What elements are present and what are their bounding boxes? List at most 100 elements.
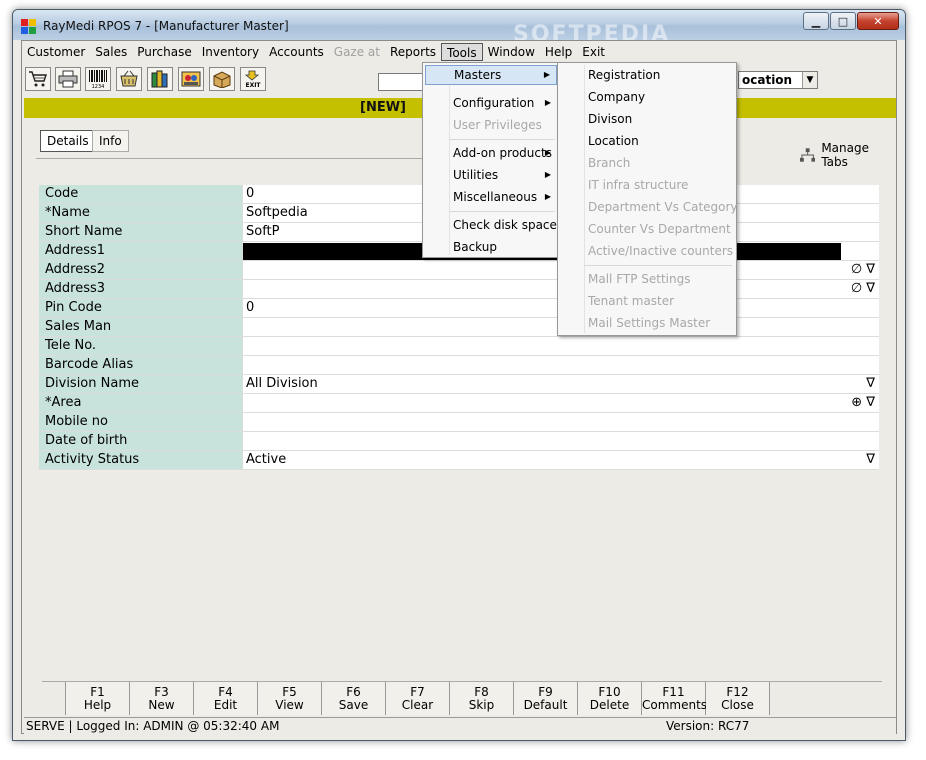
barcode-icon[interactable]: 1234 (85, 67, 111, 91)
exit-icon[interactable]: EXIT (240, 67, 266, 91)
f6-save-button[interactable]: F6 Save (322, 682, 386, 715)
fkey-label: Default (523, 698, 568, 712)
menu-help[interactable]: Help (540, 43, 577, 61)
menu-sales[interactable]: Sales (90, 43, 132, 61)
f7-clear-button[interactable]: F7 Clear (386, 682, 450, 715)
dropdown-icon[interactable]: ∇ (866, 262, 875, 277)
menu-item-miscellaneous[interactable]: Miscellaneous ▶ (425, 187, 557, 207)
books-icon[interactable] (147, 67, 173, 91)
f10-delete-button[interactable]: F10 Delete (578, 682, 642, 715)
tab-details[interactable]: Details (40, 130, 96, 152)
function-key-bar: F1 Help F3 New F4 Edit F5 View F6 Save F7 Clea… (42, 681, 882, 715)
f1-help-button[interactable]: F1 Help (66, 682, 130, 715)
field-label: *Name (39, 204, 242, 222)
fkey-label: Clear (401, 698, 434, 712)
cart-icon[interactable] (25, 67, 51, 91)
menu-item-backup[interactable]: Backup (425, 237, 557, 257)
field-label: Address2 (39, 261, 242, 279)
dropdown-icon[interactable]: ∇ (866, 281, 875, 296)
menu-item-branch: Branch (588, 156, 631, 170)
menu-bar: Customer Sales Purchase Inventory Accoun… (22, 41, 896, 63)
contacts-icon[interactable] (178, 67, 204, 91)
field-label: Activity Status (39, 451, 242, 469)
chevron-down-icon: ▼ (802, 72, 817, 88)
manage-tabs-button[interactable]: Manage Tabs (800, 141, 896, 169)
close-button[interactable]: ✕ (857, 12, 899, 30)
menu-accounts[interactable]: Accounts (264, 43, 329, 61)
title-bar[interactable]: RayMedi RPOS 7 - [Manufacturer Master] S… (13, 10, 905, 47)
field-row-mobile-no: Mobile no (39, 413, 879, 432)
menu-item-configuration[interactable]: Configuration ▶ (425, 93, 557, 113)
f11-comments-button[interactable]: F11 Comments (642, 682, 708, 715)
printer-icon[interactable] (55, 67, 81, 91)
menu-item-mall-ftp-settings: Mall FTP Settings (588, 272, 691, 286)
add-icon[interactable]: ⊕ (851, 395, 862, 410)
f4-edit-button[interactable]: F4 Edit (194, 682, 258, 715)
dropdown-icon[interactable]: ∇ (866, 451, 875, 469)
exit-text: EXIT (245, 82, 261, 89)
menu-item-department-vs-category: Department Vs Category (588, 200, 738, 214)
menu-exit[interactable]: Exit (577, 43, 610, 61)
clear-icon[interactable]: ∅ (851, 281, 862, 296)
field-value-division-name[interactable]: All Division ∇ (242, 375, 879, 393)
menu-reports[interactable]: Reports (385, 43, 441, 61)
menu-item-check-disk-space[interactable]: Check disk space (425, 215, 557, 235)
f9-default-button[interactable]: F9 Default (514, 682, 578, 715)
field-label: Short Name (39, 223, 242, 241)
menu-item-counter-vs-department: Counter Vs Department (588, 222, 731, 236)
tab-info[interactable]: Info (92, 130, 129, 152)
menu-item-add-on-products[interactable]: Add-on products ▶ (425, 143, 557, 163)
fkey-label: Save (338, 698, 369, 712)
location-select[interactable]: ocation ▼ (738, 71, 818, 89)
fkey-label: Delete (589, 698, 630, 712)
menu-item-registration[interactable]: Registration (560, 65, 734, 85)
submenu-arrow-icon: ▶ (543, 70, 550, 79)
field-value-barcode-alias[interactable] (242, 356, 879, 374)
activity-value: Active (246, 452, 287, 467)
field-label: Address1 (39, 242, 242, 260)
basket-icon[interactable] (116, 67, 142, 91)
maximize-button[interactable]: □ (830, 12, 856, 30)
menu-tools[interactable]: Tools (441, 43, 483, 61)
dropdown-icon[interactable]: ∇ (866, 395, 875, 410)
f5-view-button[interactable]: F5 View (258, 682, 322, 715)
menu-window[interactable]: Window (483, 43, 540, 61)
dropdown-icon[interactable]: ∇ (866, 375, 875, 393)
record-status: [NEW] (360, 100, 406, 115)
field-row-address3: Address3 ∅ ∇ (39, 280, 879, 299)
f8-skip-button[interactable]: F8 Skip (450, 682, 514, 715)
menu-inventory[interactable]: Inventory (197, 43, 264, 61)
package-icon[interactable] (209, 67, 235, 91)
menu-item-masters[interactable]: Masters ▶ (425, 65, 557, 85)
menu-customer[interactable]: Customer (22, 43, 90, 61)
field-value-activity-status[interactable]: Active ∇ (242, 451, 879, 469)
menu-item-label: Configuration (453, 96, 535, 110)
fkey-label: Skip (468, 698, 495, 712)
field-value-tele-no[interactable] (242, 337, 879, 355)
field-value-mobile-no[interactable] (242, 413, 879, 431)
menu-item-active-inactive-counters: Active/Inactive counters (588, 244, 734, 258)
menu-item-divison[interactable]: Divison (560, 109, 734, 129)
field-value-area[interactable]: ⊕ ∇ (242, 394, 879, 412)
field-value-date-of-birth[interactable] (242, 432, 879, 450)
minimize-button[interactable]: ▁ (803, 12, 829, 30)
menu-item-it-infra-structure: IT infra structure (588, 178, 689, 192)
menu-item-company[interactable]: Company (560, 87, 734, 107)
barcode-text: 1234 (92, 84, 105, 89)
field-row-area: *Area ⊕ ∇ (39, 394, 879, 413)
menu-purchase[interactable]: Purchase (132, 43, 197, 61)
fkey-label: Comments (642, 698, 708, 712)
field-row-barcode-alias: Barcode Alias (39, 356, 879, 375)
field-label: *Area (39, 394, 242, 412)
menu-item-utilities[interactable]: Utilities ▶ (425, 165, 557, 185)
clear-icon[interactable]: ∅ (851, 262, 862, 277)
field-label: Barcode Alias (39, 356, 242, 374)
address3-actions: ∅ ∇ (851, 280, 875, 298)
menu-item-label: Add-on products (453, 146, 552, 160)
f3-new-button[interactable]: F3 New (130, 682, 194, 715)
f12-close-button[interactable]: F12 Close (706, 682, 770, 715)
location-select-value: ocation (742, 73, 793, 87)
division-value: All Division (246, 376, 318, 391)
hierarchy-icon (800, 148, 816, 162)
menu-item-location[interactable]: Location (560, 131, 734, 151)
